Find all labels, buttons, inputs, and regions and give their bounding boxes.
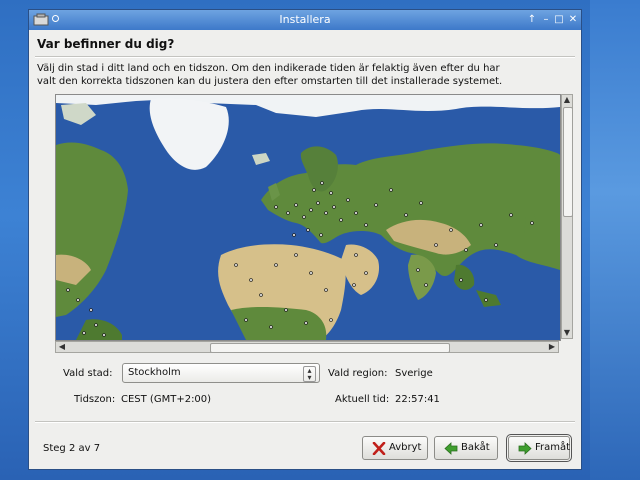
map-horizontal-scrollbar[interactable]: ◀ ▶ — [55, 341, 559, 353]
map-vertical-scrollbar[interactable]: ▲ ▼ — [561, 94, 573, 339]
intro-line-2: valt den korrekta tidszonen kan du juste… — [37, 76, 503, 87]
timezone-label: Tidszon: — [74, 394, 116, 405]
shade-up-icon[interactable]: ↑ — [526, 13, 538, 26]
title-bar[interactable]: Installera ↑ – □ ✕ — [29, 10, 581, 30]
region-label: Vald region: — [328, 368, 388, 379]
timezone-value: CEST (GMT+2:00) — [121, 394, 212, 405]
footer-divider — [35, 421, 575, 423]
minimize-icon[interactable]: – — [540, 13, 552, 26]
back-button[interactable]: Bakåt — [434, 436, 498, 460]
maximize-icon[interactable]: □ — [553, 13, 565, 26]
cancel-button-label: Avbryt — [389, 442, 422, 453]
intro-text: Välj din stad i ditt land och en tidszon… — [37, 62, 567, 88]
updown-arrow-icon[interactable]: ▴ ▾ — [303, 366, 316, 382]
city-select-value: Stockholm — [128, 367, 181, 378]
timezone-map-panel: ▲ ▼ ◀ ▶ — [55, 94, 573, 353]
desktop-background — [590, 0, 640, 480]
x-icon — [372, 442, 386, 455]
intro-line-1: Välj din stad i ditt land och en tidszon… — [37, 63, 500, 74]
page-heading: Var befinner du dig? — [37, 37, 175, 51]
scroll-left-icon[interactable]: ◀ — [57, 342, 67, 352]
vertical-scroll-thumb[interactable] — [563, 107, 573, 217]
horizontal-scroll-thumb[interactable] — [210, 343, 450, 353]
forward-button-label: Framåt — [535, 442, 571, 453]
current-time-value: 22:57:41 — [395, 394, 440, 405]
close-icon[interactable]: ✕ — [567, 13, 579, 26]
current-time-label: Aktuell tid: — [335, 394, 390, 405]
arrow-left-icon — [444, 442, 458, 455]
scroll-up-icon[interactable]: ▲ — [562, 95, 572, 105]
city-label: Vald stad: — [63, 368, 113, 379]
world-map[interactable] — [55, 94, 561, 341]
window-title: Installera — [279, 13, 331, 26]
installer-window: Installera ↑ – □ ✕ Var befinner du dig? … — [28, 9, 582, 470]
heading-divider — [35, 56, 575, 58]
arrow-right-icon — [518, 442, 532, 455]
scroll-right-icon[interactable]: ▶ — [547, 342, 557, 352]
back-button-label: Bakåt — [461, 442, 490, 453]
region-value: Sverige — [395, 368, 433, 379]
world-map-image[interactable] — [56, 95, 560, 340]
cancel-button[interactable]: Avbryt — [362, 436, 428, 460]
scroll-down-icon[interactable]: ▼ — [562, 328, 572, 338]
city-select[interactable]: Stockholm ▴ ▾ — [122, 363, 320, 383]
forward-button[interactable]: Framåt — [506, 434, 572, 462]
step-indicator: Steg 2 av 7 — [43, 443, 101, 454]
